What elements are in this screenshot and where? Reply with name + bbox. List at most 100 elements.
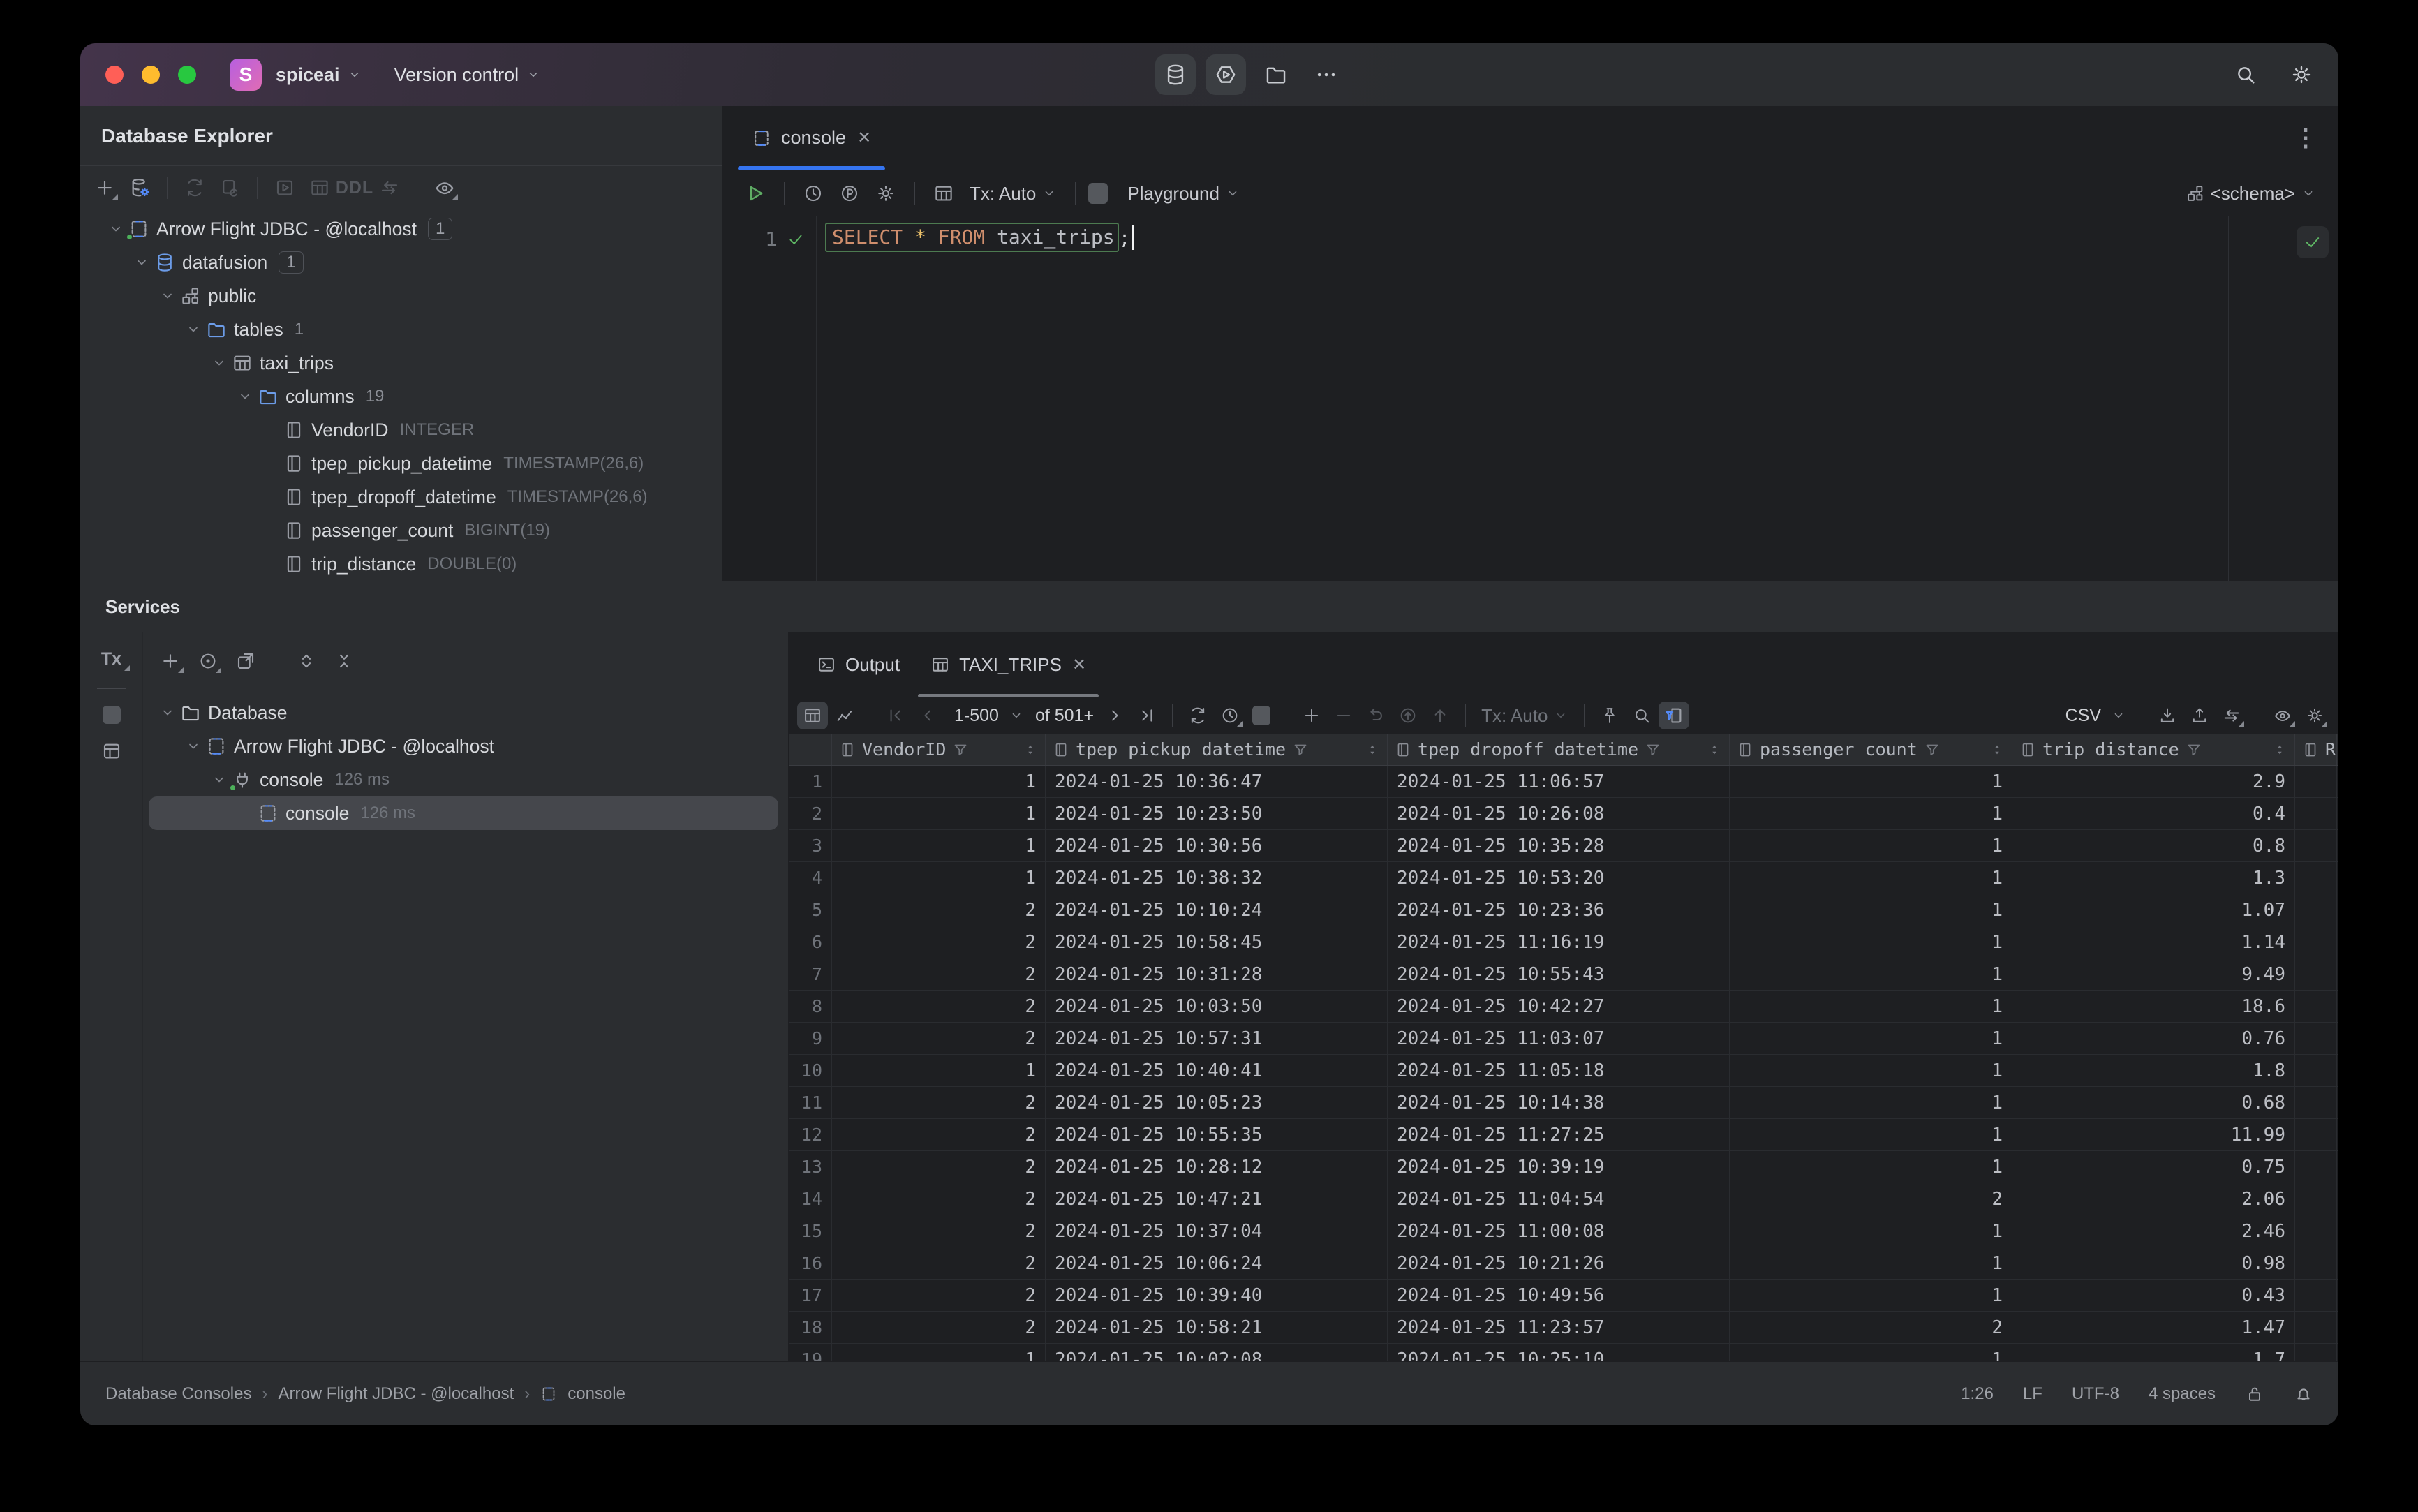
data-cell[interactable]: 2024-01-25 10:06:24: [1046, 1247, 1388, 1279]
row-number-cell[interactable]: 7: [789, 958, 832, 990]
data-cell[interactable]: 1.8: [2012, 1055, 2295, 1086]
data-cell[interactable]: 2024-01-25 10:38:32: [1046, 862, 1388, 894]
open-table-button[interactable]: [304, 173, 336, 202]
export-data-button[interactable]: [2152, 702, 2183, 729]
grid-view-button[interactable]: [797, 702, 828, 729]
data-cell[interactable]: 2024-01-25 10:58:45: [1046, 926, 1388, 958]
row-number-cell[interactable]: 13: [789, 1151, 832, 1183]
row-number-cell[interactable]: 12: [789, 1119, 832, 1150]
lock-icon[interactable]: [2245, 1384, 2264, 1404]
data-cell[interactable]: 2024-01-25 10:58:21: [1046, 1312, 1388, 1343]
table-row[interactable]: 12 2 2024-01-25 10:55:35 2024-01-25 11:27:2…: [789, 1119, 2338, 1151]
last-page-button[interactable]: [1132, 702, 1162, 729]
zoom-window-button[interactable]: [178, 66, 196, 84]
tx-toggle-button[interactable]: Tx: [97, 648, 131, 671]
data-cell[interactable]: 2024-01-25 11:27:25: [1388, 1119, 1730, 1150]
data-cell[interactable]: 1: [832, 862, 1046, 894]
data-cell[interactable]: [2295, 1247, 2337, 1279]
data-cell[interactable]: 2024-01-25 10:47:21: [1046, 1183, 1388, 1215]
data-cell[interactable]: 2024-01-25 10:40:41: [1046, 1055, 1388, 1086]
collapse-all-button[interactable]: [328, 646, 360, 676]
row-number-cell[interactable]: 6: [789, 926, 832, 958]
data-cell[interactable]: 0.4: [2012, 798, 2295, 829]
tree-item-tables[interactable]: tables 1: [80, 313, 722, 346]
data-cell[interactable]: [2295, 1151, 2337, 1183]
data-cell[interactable]: 2024-01-25 10:55:43: [1388, 958, 1730, 990]
tree-item-trip-distance[interactable]: trip_distance DOUBLE(0): [80, 547, 722, 581]
data-cell[interactable]: [2295, 958, 2337, 990]
data-cell[interactable]: 1: [1730, 830, 2012, 861]
add-row-button[interactable]: [1296, 702, 1327, 729]
tab-output[interactable]: Output: [801, 632, 915, 697]
tree-item-arrow-flight-jdbc-localhost[interactable]: Arrow Flight JDBC - @localhost: [149, 729, 778, 763]
table-row[interactable]: 8 2 2024-01-25 10:03:50 2024-01-25 10:42:27…: [789, 991, 2338, 1023]
data-cell[interactable]: 0.43: [2012, 1280, 2295, 1311]
data-cell[interactable]: [2295, 1087, 2337, 1118]
compare-data-button[interactable]: [2216, 702, 2247, 729]
column-header-rate[interactable]: Rate: [2295, 734, 2337, 765]
grid-settings-button[interactable]: [2299, 702, 2330, 729]
data-cell[interactable]: 2: [832, 1119, 1046, 1150]
data-cell[interactable]: [2295, 1312, 2337, 1343]
console-settings-button[interactable]: [870, 179, 902, 208]
add-data-source-button[interactable]: [89, 173, 121, 202]
data-cell[interactable]: 2024-01-25 10:10:24: [1046, 894, 1388, 926]
row-number-cell[interactable]: 8: [789, 991, 832, 1022]
data-cell[interactable]: 2024-01-25 10:49:56: [1388, 1280, 1730, 1311]
row-number-cell[interactable]: 9: [789, 1023, 832, 1054]
table-row[interactable]: 6 2 2024-01-25 10:58:45 2024-01-25 11:16:19…: [789, 926, 2338, 958]
auto-refresh-button[interactable]: [1215, 702, 1245, 729]
data-cell[interactable]: 11.99: [2012, 1119, 2295, 1150]
data-cell[interactable]: 1: [1730, 1247, 2012, 1279]
data-cell[interactable]: 2024-01-25 10:57:31: [1046, 1023, 1388, 1054]
data-cell[interactable]: 2: [832, 1087, 1046, 1118]
data-cell[interactable]: 2: [832, 991, 1046, 1022]
add-service-button[interactable]: [154, 646, 186, 676]
editor-code-area[interactable]: SELECT * FROM taxi_trips;: [817, 216, 2338, 581]
refresh-button[interactable]: [179, 173, 211, 202]
table-row[interactable]: 1 1 2024-01-25 10:36:47 2024-01-25 11:06:57…: [789, 766, 2338, 798]
delete-row-button[interactable]: [1328, 702, 1359, 729]
more-actions-button[interactable]: [1306, 54, 1347, 95]
data-cell[interactable]: 2: [832, 1312, 1046, 1343]
data-cell[interactable]: 0.8: [2012, 830, 2295, 861]
caret-position[interactable]: 1:26: [1961, 1384, 1994, 1404]
data-cell[interactable]: 2024-01-25 10:21:26: [1388, 1247, 1730, 1279]
data-cell[interactable]: 2024-01-25 10:05:23: [1046, 1087, 1388, 1118]
row-number-cell[interactable]: 11: [789, 1087, 832, 1118]
data-cell[interactable]: 2024-01-25 10:35:28: [1388, 830, 1730, 861]
data-cell[interactable]: 1: [1730, 766, 2012, 797]
view-options-button[interactable]: [429, 173, 461, 202]
table-row[interactable]: 10 1 2024-01-25 10:40:41 2024-01-25 11:05:1…: [789, 1055, 2338, 1087]
data-cell[interactable]: 2: [832, 1183, 1046, 1215]
data-cell[interactable]: 1: [1730, 1215, 2012, 1247]
data-cell[interactable]: 2024-01-25 11:03:07: [1388, 1023, 1730, 1054]
show-services-button[interactable]: [192, 646, 224, 676]
data-cell[interactable]: 1.14: [2012, 926, 2295, 958]
data-cell[interactable]: 1: [1730, 1119, 2012, 1150]
notifications-bell-icon[interactable]: [2294, 1384, 2313, 1404]
close-tab-icon[interactable]: ✕: [1072, 655, 1086, 675]
tree-item-console[interactable]: console 126 ms: [149, 796, 778, 830]
data-cell[interactable]: 2024-01-25 10:23:36: [1388, 894, 1730, 926]
data-cell[interactable]: 2024-01-25 10:31:28: [1046, 958, 1388, 990]
data-cell[interactable]: 2024-01-25 11:23:57: [1388, 1312, 1730, 1343]
table-row[interactable]: 5 2 2024-01-25 10:10:24 2024-01-25 10:23:36…: [789, 894, 2338, 926]
data-cell[interactable]: 2024-01-25 10:42:27: [1388, 991, 1730, 1022]
data-cell[interactable]: [2295, 798, 2337, 829]
data-cell[interactable]: 2024-01-25 10:36:47: [1046, 766, 1388, 797]
data-cell[interactable]: 2024-01-25 10:30:56: [1046, 830, 1388, 861]
table-row[interactable]: 15 2 2024-01-25 10:37:04 2024-01-25 11:00:0…: [789, 1215, 2338, 1247]
data-cell[interactable]: 1: [832, 1055, 1046, 1086]
commit-button[interactable]: [1425, 702, 1455, 729]
search-icon[interactable]: [2234, 63, 2257, 87]
tree-item-columns[interactable]: columns 19: [80, 380, 722, 413]
project-menu-button[interactable]: spiceai: [276, 64, 362, 86]
data-cell[interactable]: 1: [1730, 1344, 2012, 1361]
data-cell[interactable]: 1: [1730, 1055, 2012, 1086]
tx-mode-selector[interactable]: Tx: Auto: [1476, 705, 1574, 727]
inspections-status[interactable]: [2297, 226, 2329, 258]
table-row[interactable]: 17 2 2024-01-25 10:39:40 2024-01-25 10:49:5…: [789, 1280, 2338, 1312]
data-cell[interactable]: 18.6: [2012, 991, 2295, 1022]
page-size-selector[interactable]: 1-500: [944, 706, 1030, 726]
